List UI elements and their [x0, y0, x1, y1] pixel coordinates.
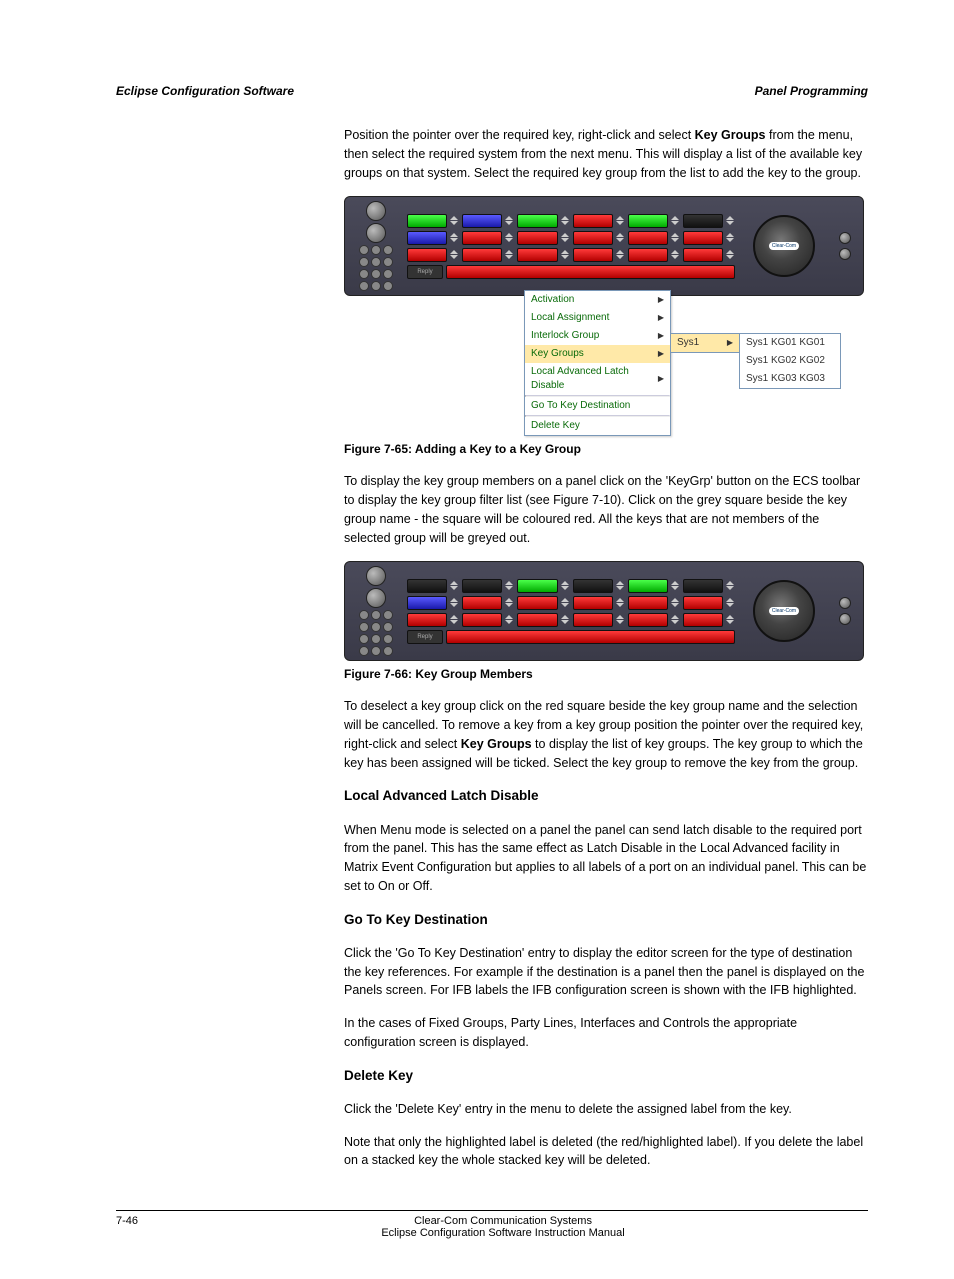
figure-caption: Figure 7-66: Key Group Members — [344, 667, 868, 681]
bold-text: Key Groups — [695, 128, 766, 142]
speaker-icon: Clear-Com — [753, 580, 815, 642]
speaker-badge: Clear-Com — [769, 607, 799, 615]
rotary-knob[interactable] — [366, 201, 386, 221]
speaker-badge: Clear-Com — [769, 242, 799, 250]
panel-key[interactable] — [517, 579, 557, 593]
panel-key[interactable] — [517, 248, 557, 262]
submenu-kg03[interactable]: Sys1 KG03 KG03 — [740, 370, 840, 388]
reply-lcd[interactable] — [446, 630, 735, 644]
chevron-right-icon: ▶ — [658, 293, 664, 307]
panel-key[interactable] — [628, 231, 668, 245]
panel-key[interactable] — [573, 231, 613, 245]
submenu-kg02[interactable]: Sys1 KG02 KG02 — [740, 352, 840, 370]
panel-key[interactable] — [683, 596, 723, 610]
rotary-knob[interactable] — [366, 566, 386, 586]
panel-key[interactable] — [683, 248, 723, 262]
panel-key[interactable] — [517, 596, 557, 610]
panel-key[interactable] — [462, 596, 502, 610]
menu-key-groups[interactable]: Key Groups▶ — [525, 345, 670, 363]
menu-local-advanced-latch-disable[interactable]: Local Advanced Latch Disable▶ — [525, 363, 670, 395]
panel-key[interactable] — [628, 613, 668, 627]
keypad[interactable] — [356, 610, 396, 656]
panel-key[interactable] — [462, 231, 502, 245]
body-paragraph: When Menu mode is selected on a panel th… — [344, 821, 868, 896]
body-paragraph: In the cases of Fixed Groups, Party Line… — [344, 1014, 868, 1052]
reply-lcd[interactable] — [446, 265, 735, 279]
panel-key[interactable] — [462, 613, 502, 627]
figure-panel-1: Reply Clear-Com Activation▶ Local Assign… — [344, 196, 864, 436]
page-number: 7-46 — [116, 1215, 138, 1239]
panel-key[interactable] — [407, 214, 447, 228]
panel-key[interactable] — [517, 613, 557, 627]
rotary-knob[interactable] — [366, 223, 386, 243]
body-paragraph: To deselect a key group click on the red… — [344, 697, 868, 772]
menu-activation[interactable]: Activation▶ — [525, 291, 670, 309]
chevron-right-icon: ▶ — [658, 311, 664, 325]
figure-caption: Figure 7-65: Adding a Key to a Key Group — [344, 442, 868, 456]
volume-knob[interactable] — [839, 613, 851, 625]
panel-key[interactable] — [683, 613, 723, 627]
panel-key[interactable] — [407, 596, 447, 610]
footer-divider — [116, 1210, 868, 1211]
body-paragraph: Position the pointer over the required k… — [344, 126, 868, 182]
submenu-system: Sys1▶ Sys1 KG01 KG01 Sys1 KG02 KG02 Sys1… — [670, 333, 740, 353]
page-header-subtitle: Panel Programming — [755, 84, 868, 98]
figure-panel-2: Reply Clear-Com — [344, 561, 864, 661]
volume-knob[interactable] — [839, 597, 851, 609]
keypad[interactable] — [356, 245, 396, 291]
panel-key[interactable] — [573, 596, 613, 610]
panel-key[interactable] — [407, 231, 447, 245]
chevron-right-icon: ▶ — [658, 329, 664, 343]
chevron-right-icon: ▶ — [658, 372, 664, 386]
volume-knob[interactable] — [839, 232, 851, 244]
menu-delete-key[interactable]: Delete Key — [525, 417, 670, 435]
panel-key[interactable] — [573, 248, 613, 262]
volume-knob[interactable] — [839, 248, 851, 260]
menu-local-assignment[interactable]: Local Assignment▶ — [525, 309, 670, 327]
bold-text: Key Groups — [461, 737, 532, 751]
chevron-right-icon: ▶ — [658, 347, 664, 361]
panel-key[interactable] — [573, 613, 613, 627]
panel-key[interactable] — [407, 579, 447, 593]
speaker-icon: Clear-Com — [753, 215, 815, 277]
panel-key[interactable] — [573, 214, 613, 228]
section-heading: Go To Key Destination — [344, 910, 868, 930]
reply-button[interactable]: Reply — [407, 265, 443, 279]
panel-key[interactable] — [517, 214, 557, 228]
chevron-right-icon: ▶ — [727, 336, 733, 350]
section-heading: Local Advanced Latch Disable — [344, 786, 868, 806]
text: Position the pointer over the required k… — [344, 128, 695, 142]
menu-go-to-key-destination[interactable]: Go To Key Destination — [525, 397, 670, 415]
panel-key[interactable] — [407, 613, 447, 627]
context-menu: Activation▶ Local Assignment▶ Interlock … — [524, 290, 671, 436]
panel-key[interactable] — [517, 231, 557, 245]
panel-key[interactable] — [462, 214, 502, 228]
submenu-kg01[interactable]: Sys1 KG01 KG01 — [740, 334, 840, 352]
submenu-keygroups: Sys1 KG01 KG01 Sys1 KG02 KG02 Sys1 KG03 … — [739, 333, 841, 389]
page-header-title: Eclipse Configuration Software — [116, 84, 294, 98]
panel-key[interactable] — [628, 214, 668, 228]
panel-key[interactable] — [683, 214, 723, 228]
body-paragraph: Note that only the highlighted label is … — [344, 1133, 868, 1171]
footer-text: Clear-Com Communication Systems Eclipse … — [138, 1215, 868, 1239]
body-paragraph: Click the 'Go To Key Destination' entry … — [344, 944, 868, 1000]
panel-key[interactable] — [683, 231, 723, 245]
panel-key[interactable] — [407, 248, 447, 262]
menu-interlock-group[interactable]: Interlock Group▶ — [525, 327, 670, 345]
reply-button[interactable]: Reply — [407, 630, 443, 644]
panel-key[interactable] — [628, 579, 668, 593]
panel-key[interactable] — [573, 579, 613, 593]
panel-key[interactable] — [628, 248, 668, 262]
body-paragraph: To display the key group members on a pa… — [344, 472, 868, 547]
submenu-sys1[interactable]: Sys1▶ — [671, 334, 739, 352]
body-paragraph: Click the 'Delete Key' entry in the menu… — [344, 1100, 868, 1119]
panel-key[interactable] — [683, 579, 723, 593]
rotary-knob[interactable] — [366, 588, 386, 608]
panel-key[interactable] — [628, 596, 668, 610]
panel-key[interactable] — [462, 579, 502, 593]
panel-key[interactable] — [462, 248, 502, 262]
section-heading: Delete Key — [344, 1066, 868, 1086]
